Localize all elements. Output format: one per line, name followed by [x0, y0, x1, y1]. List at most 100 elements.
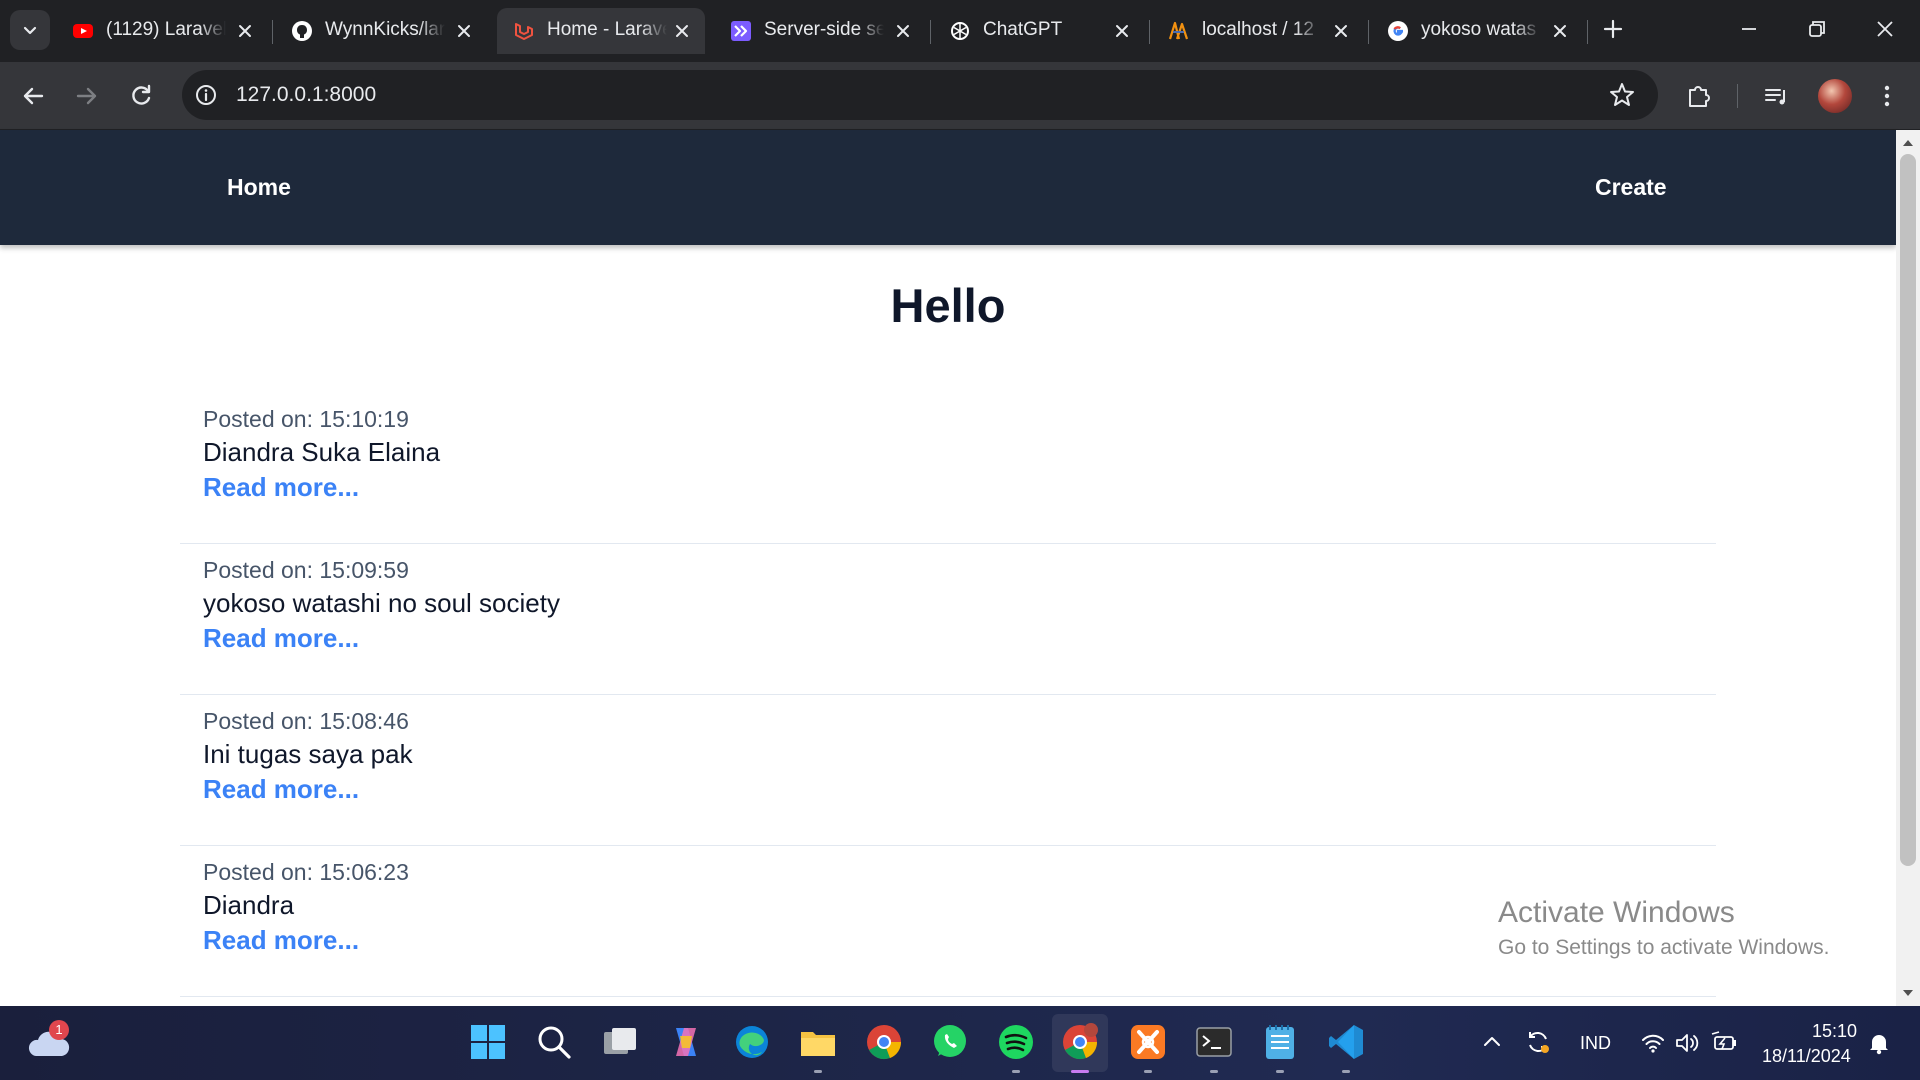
terminal-icon[interactable]: [1194, 1022, 1234, 1062]
volume-icon[interactable]: [1674, 1030, 1700, 1056]
file-explorer-icon[interactable]: [798, 1022, 838, 1062]
media-controls-icon[interactable]: [1762, 81, 1792, 111]
post-title: Diandra Suka Elaina: [203, 437, 441, 467]
clock-time[interactable]: 15:10: [1812, 1021, 1857, 1042]
post-item: Posted on: 15:09:59 yokoso watashi no so…: [180, 543, 1716, 695]
battery-charging-icon[interactable]: [1710, 1030, 1738, 1056]
clock-date[interactable]: 18/11/2024: [1762, 1046, 1851, 1067]
menu-kebab-icon[interactable]: [1872, 81, 1902, 111]
tab-github[interactable]: WynnKicks/lar: [275, 8, 487, 54]
extensions-icon[interactable]: [1684, 81, 1714, 111]
post-timestamp: Posted on: 15:10:19: [203, 406, 409, 432]
close-tab-icon[interactable]: [671, 20, 693, 42]
tab-chatgpt[interactable]: ChatGPT: [933, 8, 1145, 54]
weather-widget[interactable]: 1: [26, 1020, 72, 1066]
spotify-icon[interactable]: [996, 1022, 1036, 1062]
url-text[interactable]: 127.0.0.1:8000: [236, 83, 376, 107]
close-tab-icon[interactable]: [234, 20, 256, 42]
tab-title: Server-side se: [764, 19, 884, 40]
read-more-link[interactable]: Read more...: [203, 623, 359, 654]
youtube-icon: [73, 24, 93, 38]
notification-badge: 1: [49, 1020, 69, 1040]
running-indicator: [1342, 1070, 1350, 1073]
profile-avatar[interactable]: [1818, 79, 1852, 113]
tab-strip: (1129) Laravel WynnKicks/lar Home - Lara…: [0, 0, 1920, 62]
close-tab-icon[interactable]: [1549, 20, 1571, 42]
close-window-icon[interactable]: [1870, 14, 1900, 44]
chevron-down-icon: [23, 26, 37, 35]
bookmark-star-icon[interactable]: [1608, 81, 1636, 109]
page-heading: Hello: [890, 279, 1006, 332]
browser-toolbar: 127.0.0.1:8000: [0, 62, 1920, 130]
tab-title: yokoso watas: [1421, 19, 1537, 40]
post-timestamp: Posted on: 15:08:46: [203, 708, 409, 734]
tab-phpmyadmin[interactable]: localhost / 12: [1152, 8, 1364, 54]
tab-title: Home - Laravel: [547, 19, 667, 40]
post-timestamp: Posted on: 15:06:23: [203, 859, 409, 885]
nav-home-link[interactable]: Home: [227, 174, 291, 201]
search-icon[interactable]: [534, 1022, 574, 1062]
tab-home-laravel-active[interactable]: Home - Laravel: [497, 8, 705, 54]
watermark-subtitle: Go to Settings to activate Windows.: [1498, 936, 1830, 959]
running-indicator: [814, 1070, 822, 1073]
reload-icon[interactable]: [126, 81, 156, 111]
notepad-icon[interactable]: [1260, 1022, 1300, 1062]
tab-separator: [1587, 20, 1588, 44]
tab-separator: [930, 20, 931, 44]
watermark-title: Activate Windows: [1498, 896, 1735, 929]
tab-google-search[interactable]: yokoso watas: [1371, 8, 1583, 54]
chrome-profile-icon[interactable]: [1060, 1022, 1100, 1062]
copilot-icon[interactable]: [666, 1022, 706, 1062]
tab-separator: [1149, 20, 1150, 44]
running-indicator: [1210, 1070, 1218, 1073]
nav-create-link[interactable]: Create: [1595, 174, 1667, 201]
restore-icon[interactable]: [1802, 14, 1832, 44]
running-indicator: [1012, 1070, 1020, 1073]
tab-title: (1129) Laravel: [106, 19, 226, 40]
address-bar[interactable]: 127.0.0.1:8000: [182, 70, 1658, 120]
post-title: Ini tugas saya pak: [203, 739, 413, 769]
back-icon[interactable]: [18, 81, 48, 111]
post-item: Posted on: 15:06:23 Diandra Read more...: [180, 845, 1716, 997]
chatgpt-icon: [951, 22, 969, 40]
post-timestamp: Posted on: 15:09:59: [203, 557, 409, 583]
laravel-icon: [515, 23, 533, 40]
xampp-icon[interactable]: [1128, 1022, 1168, 1062]
scrollbar-thumb[interactable]: [1900, 154, 1916, 866]
forward-icon[interactable]: [72, 81, 102, 111]
tab-search-button[interactable]: [10, 10, 50, 50]
page-scrollbar[interactable]: [1896, 130, 1920, 1006]
scroll-down-arrow-icon[interactable]: [1901, 986, 1915, 1000]
phpmyadmin-icon: [1168, 21, 1189, 40]
close-tab-icon[interactable]: [453, 20, 475, 42]
wifi-icon[interactable]: [1640, 1030, 1666, 1056]
tab-server-side[interactable]: Server-side se: [714, 8, 926, 54]
post-title: yokoso watashi no soul society: [203, 588, 560, 618]
task-view-icon[interactable]: [600, 1022, 640, 1062]
post-item: Posted on: 15:10:19 Diandra Suka Elaina …: [180, 392, 1716, 544]
edge-icon[interactable]: [732, 1022, 772, 1062]
chrome-icon[interactable]: [864, 1022, 904, 1062]
language-indicator[interactable]: IND: [1580, 1033, 1611, 1054]
google-icon: [1388, 21, 1408, 41]
minimize-icon[interactable]: [1734, 14, 1764, 44]
sync-icon[interactable]: [1524, 1028, 1552, 1056]
windows-start-icon[interactable]: [468, 1022, 508, 1062]
scroll-up-arrow-icon[interactable]: [1901, 136, 1915, 150]
vscode-icon[interactable]: [1326, 1022, 1366, 1062]
new-tab-icon[interactable]: [1598, 14, 1628, 44]
tab-youtube[interactable]: (1129) Laravel: [56, 8, 268, 54]
whatsapp-icon[interactable]: [930, 1022, 970, 1062]
notification-bell-icon[interactable]: [1866, 1030, 1892, 1056]
close-tab-icon[interactable]: [892, 20, 914, 42]
read-more-link[interactable]: Read more...: [203, 472, 359, 503]
read-more-link[interactable]: Read more...: [203, 774, 359, 805]
post-item: Posted on: 15:08:46 Ini tugas saya pak R…: [180, 694, 1716, 846]
show-hidden-icons-icon[interactable]: [1480, 1030, 1504, 1054]
site-info-icon[interactable]: [194, 83, 218, 107]
close-tab-icon[interactable]: [1330, 20, 1352, 42]
close-tab-icon[interactable]: [1111, 20, 1133, 42]
read-more-link[interactable]: Read more...: [203, 925, 359, 956]
tab-title: localhost / 12: [1202, 19, 1314, 40]
github-icon: [292, 21, 312, 41]
